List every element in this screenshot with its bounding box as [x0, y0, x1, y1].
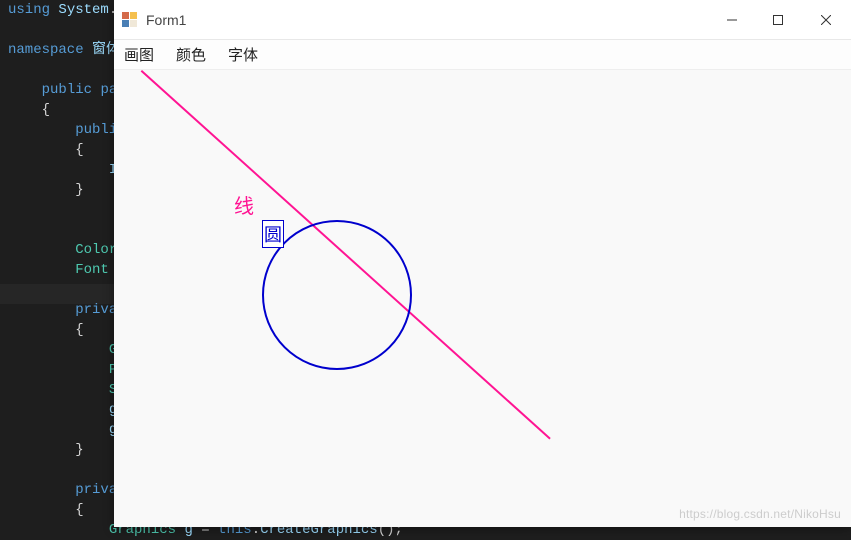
app-icon — [122, 12, 138, 28]
minimize-button[interactable] — [709, 0, 755, 40]
menu-color[interactable]: 颜色 — [176, 44, 206, 65]
menu-font[interactable]: 字体 — [228, 44, 258, 65]
drawn-circle — [262, 220, 412, 370]
drawing-canvas[interactable]: 线 圆 — [114, 70, 851, 527]
menu-draw[interactable]: 画图 — [124, 44, 154, 65]
label-line: 线 — [234, 190, 254, 219]
menubar: 画图 颜色 字体 — [114, 40, 851, 70]
close-button[interactable] — [801, 0, 851, 40]
watermark: https://blog.csdn.net/NikoHsu — [679, 507, 841, 521]
window-title: Form1 — [146, 12, 709, 28]
form-window: Form1 画图 颜色 字体 线 圆 — [114, 0, 851, 527]
maximize-button[interactable] — [755, 0, 801, 40]
titlebar[interactable]: Form1 — [114, 0, 851, 40]
label-circle: 圆 — [262, 220, 284, 248]
